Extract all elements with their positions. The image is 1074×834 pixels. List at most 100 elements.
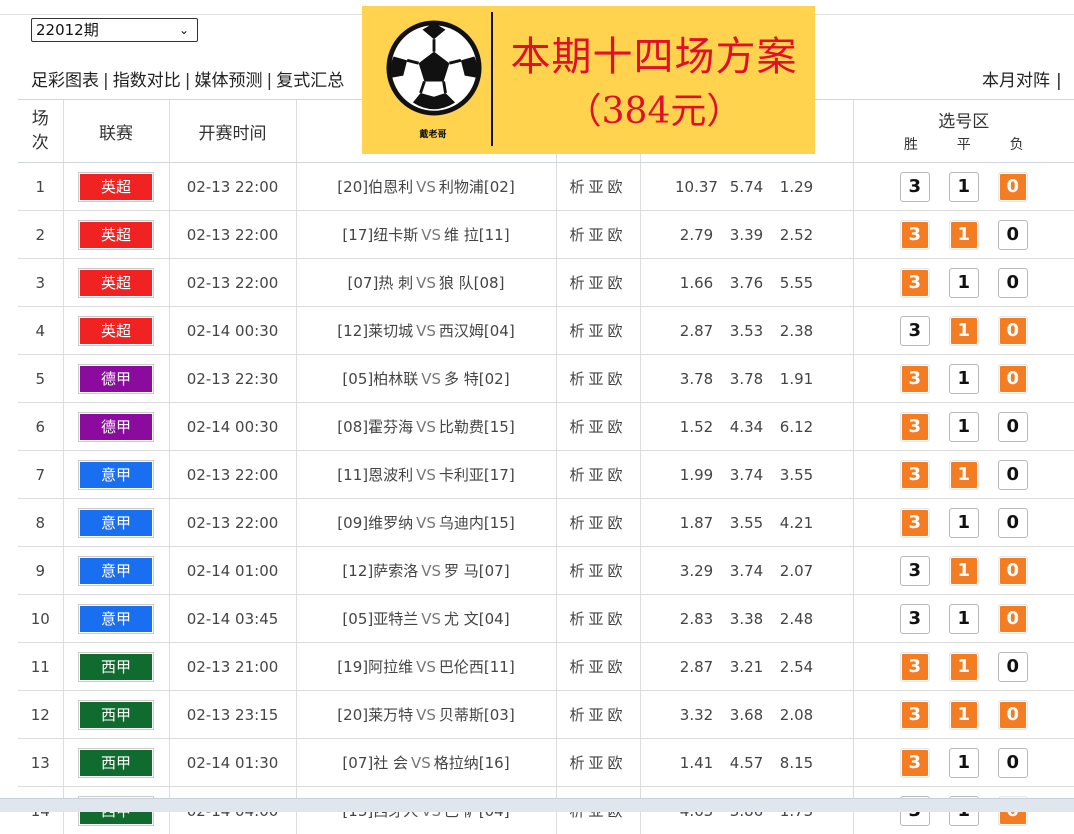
pick-lose-button[interactable]: 0 [998,172,1028,202]
pick-win-button[interactable]: 3 [900,700,930,730]
pick-win-button[interactable]: 3 [900,412,930,442]
match-teams[interactable]: [17]纽卡斯VS维 拉[11] [296,211,556,259]
nav-link-summary[interactable]: 复式汇总 [276,71,344,91]
match-teams[interactable]: [19]阿拉维VS巴伦西[11] [296,643,556,691]
pick-win-button[interactable]: 3 [900,268,930,298]
match-teams[interactable]: [09]维罗纳VS乌迪内[15] [296,499,556,547]
pick-win-button[interactable]: 3 [900,748,930,778]
league-badge[interactable]: 西甲 [79,653,153,681]
match-teams[interactable]: [11]恩波利VS卡利亚[17] [296,451,556,499]
pick-lose-button[interactable]: 0 [998,748,1028,778]
pick-win-button[interactable]: 3 [900,220,930,250]
league-badge[interactable]: 英超 [79,173,153,201]
pick-lose-button[interactable]: 0 [998,220,1028,250]
league-badge[interactable]: 意甲 [79,461,153,489]
league-badge[interactable]: 西甲 [79,701,153,729]
pick-win-button[interactable]: 3 [900,556,930,586]
pick-win-button[interactable]: 3 [900,604,930,634]
pick-group: 310 [855,220,1074,250]
pick-draw-button[interactable]: 1 [949,268,979,298]
match-teams[interactable]: [20]莱万特VS贝蒂斯[03] [296,691,556,739]
pick-draw-button[interactable]: 1 [949,364,979,394]
pick-draw-button[interactable]: 1 [949,412,979,442]
match-number: 12 [18,691,63,739]
analysis-links[interactable]: 析亚欧 [556,259,640,307]
pick-win-button[interactable]: 3 [900,172,930,202]
pick-draw-button[interactable]: 1 [949,460,979,490]
odds-lose: 1.29 [772,178,822,196]
analysis-links[interactable]: 析亚欧 [556,307,640,355]
league-badge[interactable]: 英超 [79,317,153,345]
analysis-links[interactable]: 析亚欧 [556,163,640,211]
vs-label: VS [418,226,444,244]
nav-link-index-compare[interactable]: 指数对比 [113,71,181,91]
league-badge[interactable]: 意甲 [79,509,153,537]
league-badge[interactable]: 西甲 [79,749,153,777]
pick-win-button[interactable]: 3 [900,508,930,538]
league-badge[interactable]: 英超 [79,269,153,297]
pick-lose-button[interactable]: 0 [998,364,1028,394]
pick-draw-button[interactable]: 1 [949,220,979,250]
pick-lose-button[interactable]: 0 [998,700,1028,730]
match-teams[interactable]: [12]莱切城VS西汉姆[04] [296,307,556,355]
pick-lose-button[interactable]: 0 [998,268,1028,298]
pick-draw-button[interactable]: 1 [949,508,979,538]
analysis-links[interactable]: 析亚欧 [556,403,640,451]
match-teams[interactable]: [05]柏林联VS多 特[02] [296,355,556,403]
analysis-links[interactable]: 析亚欧 [556,643,640,691]
kickoff-time: 02-13 21:00 [169,643,296,691]
match-teams[interactable]: [05]亚特兰VS尤 文[04] [296,595,556,643]
match-teams[interactable]: [08]霍芬海VS比勒费[15] [296,403,556,451]
analysis-links[interactable]: 析亚欧 [556,499,640,547]
analysis-links[interactable]: 析亚欧 [556,355,640,403]
pick-draw-button[interactable]: 1 [949,700,979,730]
pick-draw-button[interactable]: 1 [949,652,979,682]
nav-link-month-fixtures[interactable]: 本月对阵 [982,71,1050,91]
analysis-links[interactable]: 析亚欧 [556,739,640,787]
pick-lose-button[interactable]: 0 [998,316,1028,346]
pick-win-button[interactable]: 3 [900,316,930,346]
match-teams[interactable]: [07]社 会VS格拉纳[16] [296,739,556,787]
analysis-links[interactable]: 析亚欧 [556,691,640,739]
period-select[interactable]: 22012期 ⌄ [31,18,198,42]
league-badge[interactable]: 英超 [79,221,153,249]
pick-draw-button[interactable]: 1 [949,172,979,202]
analysis-links[interactable]: 析亚欧 [556,211,640,259]
match-number: 8 [18,499,63,547]
league-badge[interactable]: 德甲 [79,365,153,393]
pick-draw-button[interactable]: 1 [949,556,979,586]
league-badge[interactable]: 德甲 [79,413,153,441]
pick-lose-button[interactable]: 0 [998,556,1028,586]
pick-group: 310 [855,700,1074,730]
odds-cell: 3.783.781.91 [640,355,853,403]
pick-lose-button[interactable]: 0 [998,412,1028,442]
away-team: 贝蒂斯[03] [439,706,515,724]
analysis-links[interactable]: 析亚欧 [556,547,640,595]
pick-group: 310 [855,604,1074,634]
pick-draw-button[interactable]: 1 [949,748,979,778]
match-teams[interactable]: [12]萨索洛VS罗 马[07] [296,547,556,595]
pick-win-button[interactable]: 3 [900,460,930,490]
league-badge[interactable]: 意甲 [79,557,153,585]
pick-draw-button[interactable]: 1 [949,316,979,346]
pick-lose-button[interactable]: 0 [998,652,1028,682]
league-badge[interactable]: 意甲 [79,605,153,633]
analysis-links[interactable]: 析亚欧 [556,595,640,643]
pick-draw-button[interactable]: 1 [949,604,979,634]
odds-draw: 3.21 [722,658,772,676]
match-teams[interactable]: [07]热 刺VS狼 队[08] [296,259,556,307]
pick-win-button[interactable]: 3 [900,364,930,394]
pick-lose-button[interactable]: 0 [998,604,1028,634]
match-number: 4 [18,307,63,355]
nav-link-media-predict[interactable]: 媒体预测 [194,71,262,91]
pick-lose-button[interactable]: 0 [998,508,1028,538]
pick-win-button[interactable]: 3 [900,652,930,682]
nav-links-right: 本月对阵| [982,66,1062,91]
analysis-links[interactable]: 析亚欧 [556,451,640,499]
kickoff-time: 02-13 22:00 [169,499,296,547]
match-teams[interactable]: [20]伯恩利VS利物浦[02] [296,163,556,211]
nav-link-charts[interactable]: 足彩图表 [31,71,99,91]
table-row: 3英超02-13 22:00[07]热 刺VS狼 队[08]析亚欧1.663.7… [18,259,1074,307]
pick-lose-button[interactable]: 0 [998,460,1028,490]
nav-links: 足彩图表|指数对比|媒体预测|复式汇总 [31,66,344,91]
